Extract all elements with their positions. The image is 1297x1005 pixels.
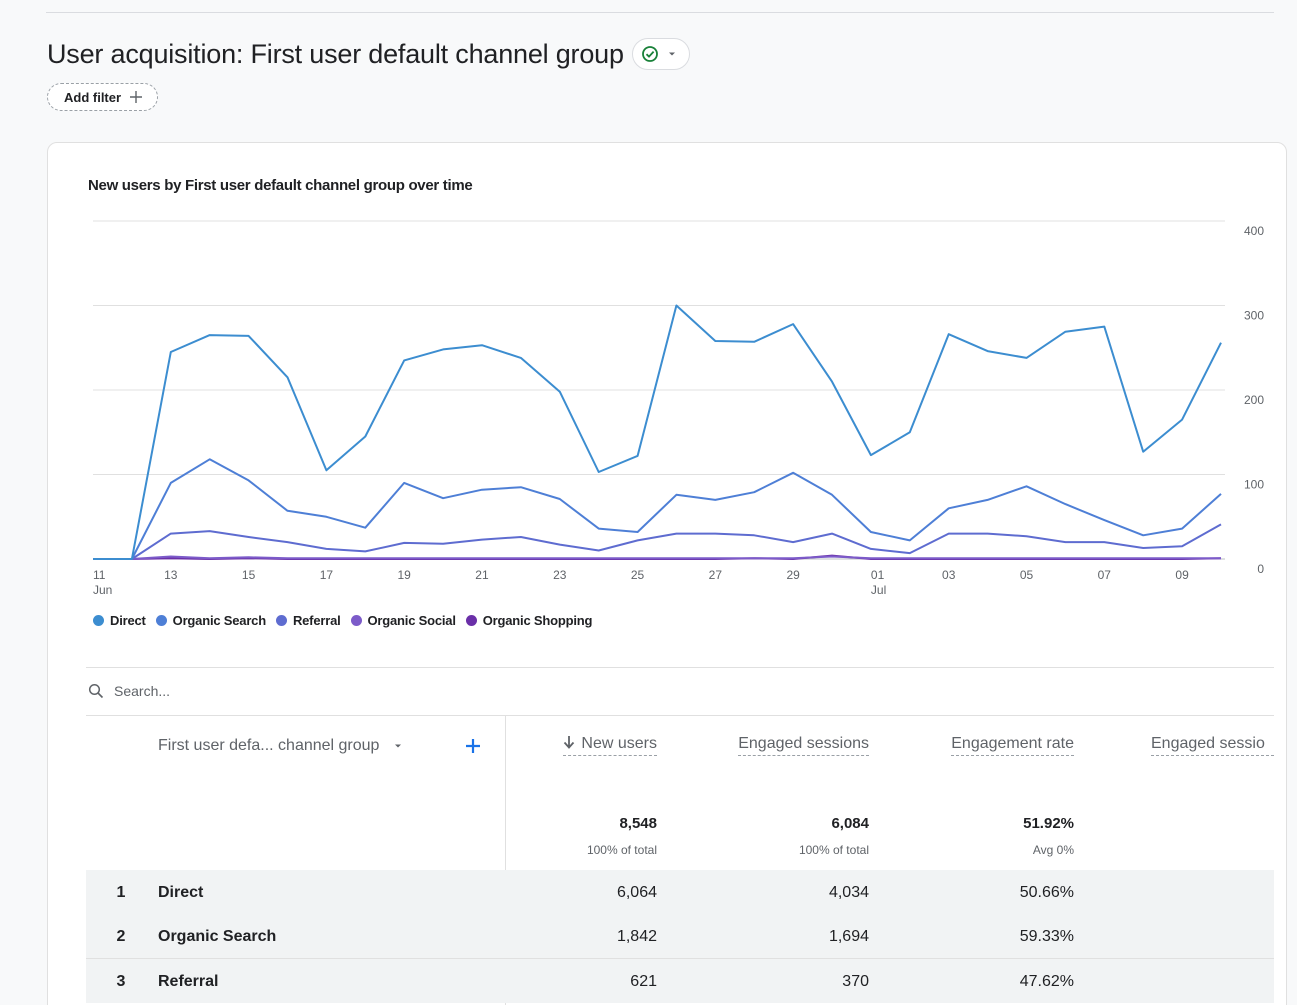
legend-item-organic-shopping[interactable]: Organic Shopping	[465, 613, 593, 628]
legend-label: Direct	[110, 613, 146, 628]
row-new-users: 6,064	[616, 884, 657, 901]
series-line-referral	[93, 523, 1222, 560]
column-header-new-users[interactable]: New users	[563, 735, 657, 756]
legend-item-direct[interactable]: Direct	[93, 613, 146, 628]
add-dimension-icon[interactable]	[463, 736, 483, 756]
series-line-direct	[93, 304, 1222, 560]
x-tick-label: 25	[631, 568, 645, 582]
row-engaged-sessions: 4,034	[828, 884, 869, 901]
x-tick-label: 05	[1020, 568, 1034, 582]
row-engagement-rate: 50.66%	[1019, 884, 1074, 901]
row-channel-name[interactable]: Referral	[158, 973, 218, 991]
x-tick-label: 07	[1098, 568, 1112, 582]
line-chart: 0 100 200 300 400 11Jun 13 15 17 19 21 23 25 27 29 01Ju…	[93, 220, 1264, 597]
x-tick-label-month: Jun	[93, 583, 112, 597]
total-engagement-rate: 51.92%	[1023, 815, 1074, 832]
chart-legend: Direct Organic Search Referral Organic Soci…	[93, 613, 592, 628]
column-header-label: Engaged sessio	[1151, 735, 1265, 752]
legend-item-organic-social[interactable]: Organic Social	[350, 613, 456, 628]
y-tick-label: 0	[1257, 562, 1264, 576]
dimension-header[interactable]: First user defa... channel group	[158, 737, 403, 755]
legend-dot	[350, 615, 362, 626]
legend-dot	[155, 615, 167, 626]
column-header-engaged-sessions[interactable]: Engaged sessions	[738, 735, 869, 756]
table-row[interactable]	[86, 959, 1274, 1003]
table-search[interactable]: Search...	[88, 683, 170, 699]
x-tick-label: 13	[164, 568, 178, 582]
legend-item-organic-search[interactable]: Organic Search	[155, 613, 267, 628]
row-index: 1	[116, 884, 126, 901]
total-engagement-rate-avg: Avg 0%	[1032, 843, 1074, 857]
legend-item-referral[interactable]: Referral	[275, 613, 341, 628]
x-tick-label: 29	[786, 568, 800, 582]
table-row[interactable]	[86, 870, 1274, 914]
column-header-label: Engaged sessions	[738, 735, 869, 752]
row-engaged-sessions: 1,694	[828, 928, 869, 945]
row-engagement-rate: 47.62%	[1019, 973, 1074, 990]
x-tick-label: 03	[942, 568, 956, 582]
search-input[interactable]: Search...	[114, 683, 170, 699]
row-channel-name[interactable]: Direct	[158, 884, 203, 902]
column-header-engagement-rate[interactable]: Engagement rate	[951, 735, 1074, 756]
x-tick-label: 21	[475, 568, 489, 582]
x-tick-label: 27	[709, 568, 723, 582]
row-new-users: 1,842	[616, 928, 657, 945]
row-index: 2	[116, 928, 126, 945]
row-channel-name[interactable]: Organic Search	[158, 928, 276, 946]
row-new-users: 621	[630, 973, 657, 990]
legend-dot	[465, 615, 477, 626]
x-tick-label: 09	[1175, 568, 1189, 582]
column-header-label: Engagement rate	[951, 735, 1074, 752]
total-engaged-sessions: 6,084	[831, 815, 869, 832]
column-header-label: New users	[581, 735, 657, 752]
column-header-engaged-sessions-per-user[interactable]: Engaged sessio	[1151, 735, 1274, 756]
legend-label: Organic Search	[172, 613, 267, 628]
legend-label: Organic Shopping	[482, 613, 593, 628]
caret-down-icon	[395, 744, 402, 748]
total-engaged-sessions-share: 100% of total	[798, 843, 869, 857]
y-tick-label: 100	[1244, 478, 1264, 492]
x-tick-label: 11	[93, 568, 106, 582]
y-tick-label: 200	[1244, 393, 1264, 407]
total-new-users-share: 100% of total	[586, 843, 657, 857]
legend-label: Referral	[292, 613, 341, 628]
x-tick-label: 01	[871, 568, 885, 582]
row-index: 3	[116, 973, 126, 990]
x-tick-label: 17	[320, 568, 334, 582]
x-tick-label-month: Jul	[871, 583, 886, 597]
row-engagement-rate: 59.33%	[1019, 928, 1074, 945]
row-engaged-sessions: 370	[842, 973, 869, 990]
arrow-down-icon	[564, 736, 575, 749]
legend-dot	[275, 615, 287, 626]
x-tick-label: 19	[397, 568, 411, 582]
search-icon	[88, 683, 104, 699]
legend-divider	[86, 667, 1274, 668]
search-divider	[86, 715, 1274, 716]
y-tick-label: 300	[1244, 309, 1264, 323]
legend-label: Organic Social	[367, 613, 456, 628]
total-new-users: 8,548	[619, 815, 657, 832]
x-tick-label: 15	[242, 568, 256, 582]
dimension-header-label: First user defa... channel group	[158, 737, 380, 754]
y-tick-label: 400	[1244, 224, 1264, 238]
legend-dot	[93, 615, 104, 626]
x-tick-label: 23	[553, 568, 567, 582]
